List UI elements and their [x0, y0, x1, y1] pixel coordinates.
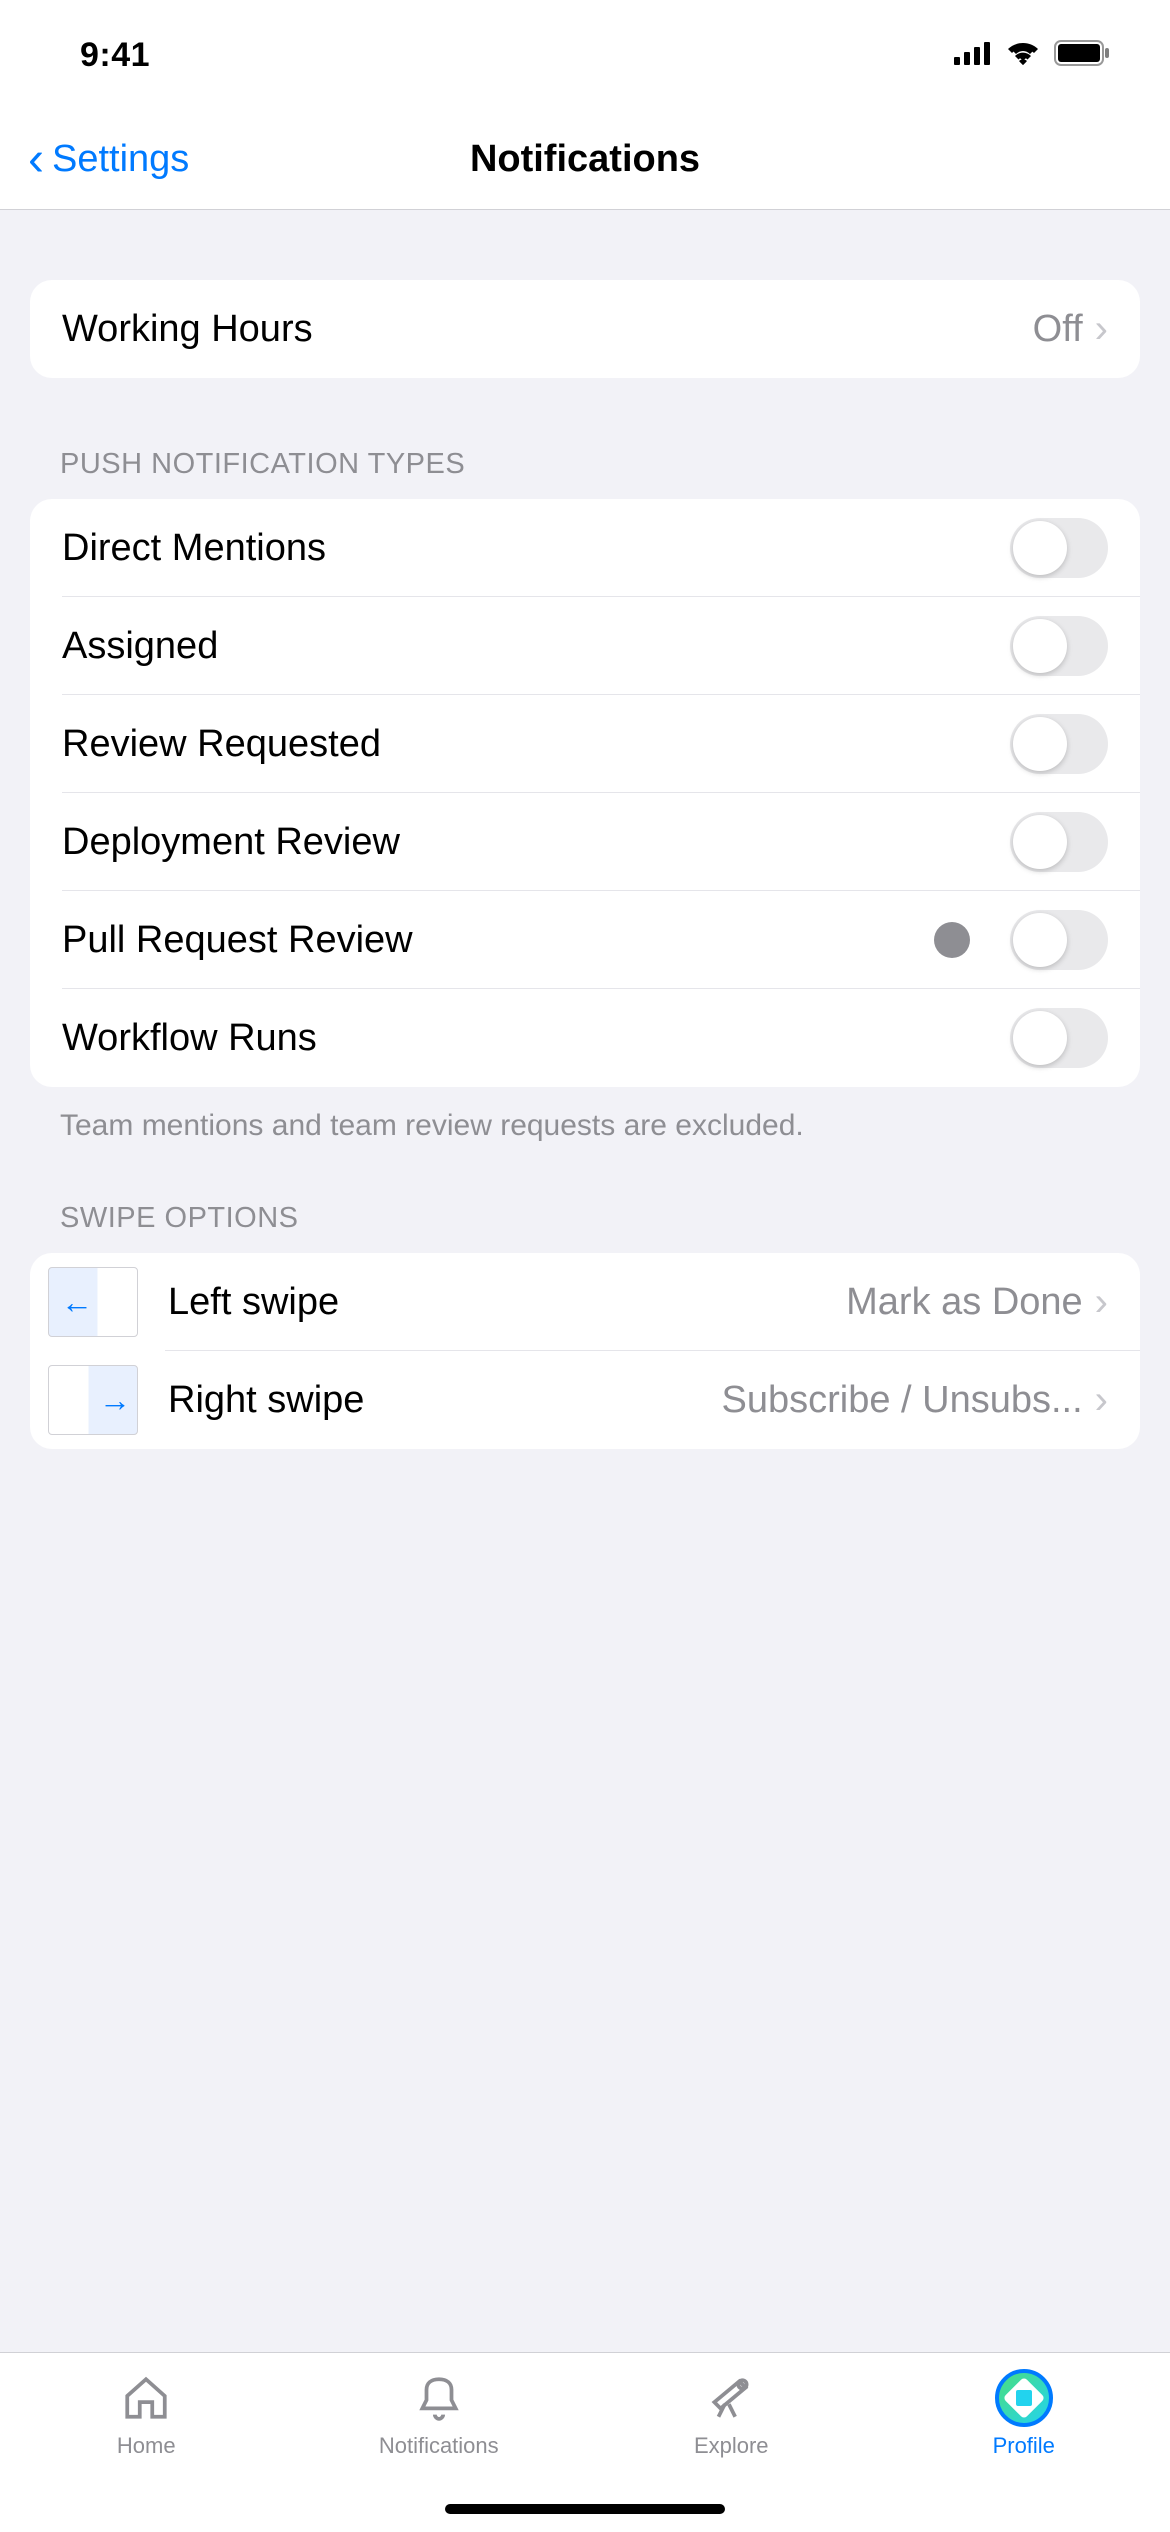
chevron-right-icon: › [1095, 307, 1108, 352]
status-icons [954, 40, 1110, 71]
deployment-review-row: Deployment Review [30, 793, 1140, 891]
battery-icon [1054, 40, 1110, 71]
avatar-icon [995, 2369, 1053, 2427]
telescope-icon [702, 2369, 760, 2427]
working-hours-row[interactable]: Working Hours Off › [30, 280, 1140, 378]
status-bar: 9:41 [0, 0, 1170, 110]
cellular-signal-icon [954, 41, 992, 70]
deployment-review-label: Deployment Review [62, 821, 1010, 864]
push-types-footer: Team mentions and team review requests a… [0, 1087, 1170, 1147]
cursor-indicator-icon [934, 922, 970, 958]
pull-request-review-row: Pull Request Review [30, 891, 1140, 989]
assigned-toggle[interactable] [1010, 616, 1108, 676]
tab-explore-label: Explore [694, 2433, 769, 2459]
assigned-row: Assigned [30, 597, 1140, 695]
workflow-runs-row: Workflow Runs [30, 989, 1140, 1087]
push-types-header: PUSH NOTIFICATION TYPES [0, 448, 1170, 499]
content-area[interactable]: Working Hours Off › PUSH NOTIFICATION TY… [0, 210, 1170, 2352]
tab-home[interactable]: Home [0, 2369, 293, 2532]
tab-notifications-label: Notifications [379, 2433, 499, 2459]
pull-request-review-toggle[interactable] [1010, 910, 1108, 970]
direct-mentions-row: Direct Mentions [30, 499, 1140, 597]
left-swipe-icon: ← [48, 1267, 138, 1337]
review-requested-label: Review Requested [62, 723, 1010, 766]
chevron-right-icon: › [1095, 1378, 1108, 1423]
workflow-runs-toggle[interactable] [1010, 1008, 1108, 1068]
tab-home-label: Home [117, 2433, 176, 2459]
arrow-left-icon: ← [61, 1284, 93, 1321]
page-title: Notifications [470, 138, 700, 181]
review-requested-row: Review Requested [30, 695, 1140, 793]
bell-icon [410, 2369, 468, 2427]
assigned-label: Assigned [62, 625, 1010, 668]
right-swipe-label: Right swipe [168, 1379, 722, 1422]
left-swipe-row[interactable]: ← Left swipe Mark as Done › [30, 1253, 1140, 1351]
chevron-left-icon: ‹ [28, 136, 44, 184]
home-indicator[interactable] [445, 2504, 725, 2514]
home-icon [117, 2369, 175, 2427]
tab-profile-label: Profile [993, 2433, 1055, 2459]
working-hours-value: Off [1033, 308, 1083, 351]
arrow-right-icon: → [99, 1382, 131, 1419]
direct-mentions-label: Direct Mentions [62, 527, 1010, 570]
deployment-review-toggle[interactable] [1010, 812, 1108, 872]
back-label: Settings [52, 138, 189, 181]
left-swipe-value: Mark as Done [846, 1281, 1083, 1324]
workflow-runs-label: Workflow Runs [62, 1017, 1010, 1060]
right-swipe-row[interactable]: → Right swipe Subscribe / Unsubs... › [30, 1351, 1140, 1449]
pull-request-review-label: Pull Request Review [62, 919, 934, 962]
nav-bar: ‹ Settings Notifications [0, 110, 1170, 210]
right-swipe-value: Subscribe / Unsubs... [722, 1379, 1083, 1422]
tab-profile[interactable]: Profile [878, 2369, 1170, 2532]
back-button[interactable]: ‹ Settings [0, 136, 189, 184]
wifi-icon [1006, 41, 1040, 70]
direct-mentions-toggle[interactable] [1010, 518, 1108, 578]
swipe-options-header: SWIPE OPTIONS [0, 1202, 1170, 1253]
left-swipe-label: Left swipe [168, 1281, 846, 1324]
right-swipe-icon: → [48, 1365, 138, 1435]
review-requested-toggle[interactable] [1010, 714, 1108, 774]
chevron-right-icon: › [1095, 1280, 1108, 1325]
working-hours-label: Working Hours [62, 308, 1033, 351]
status-time: 9:41 [80, 36, 150, 75]
